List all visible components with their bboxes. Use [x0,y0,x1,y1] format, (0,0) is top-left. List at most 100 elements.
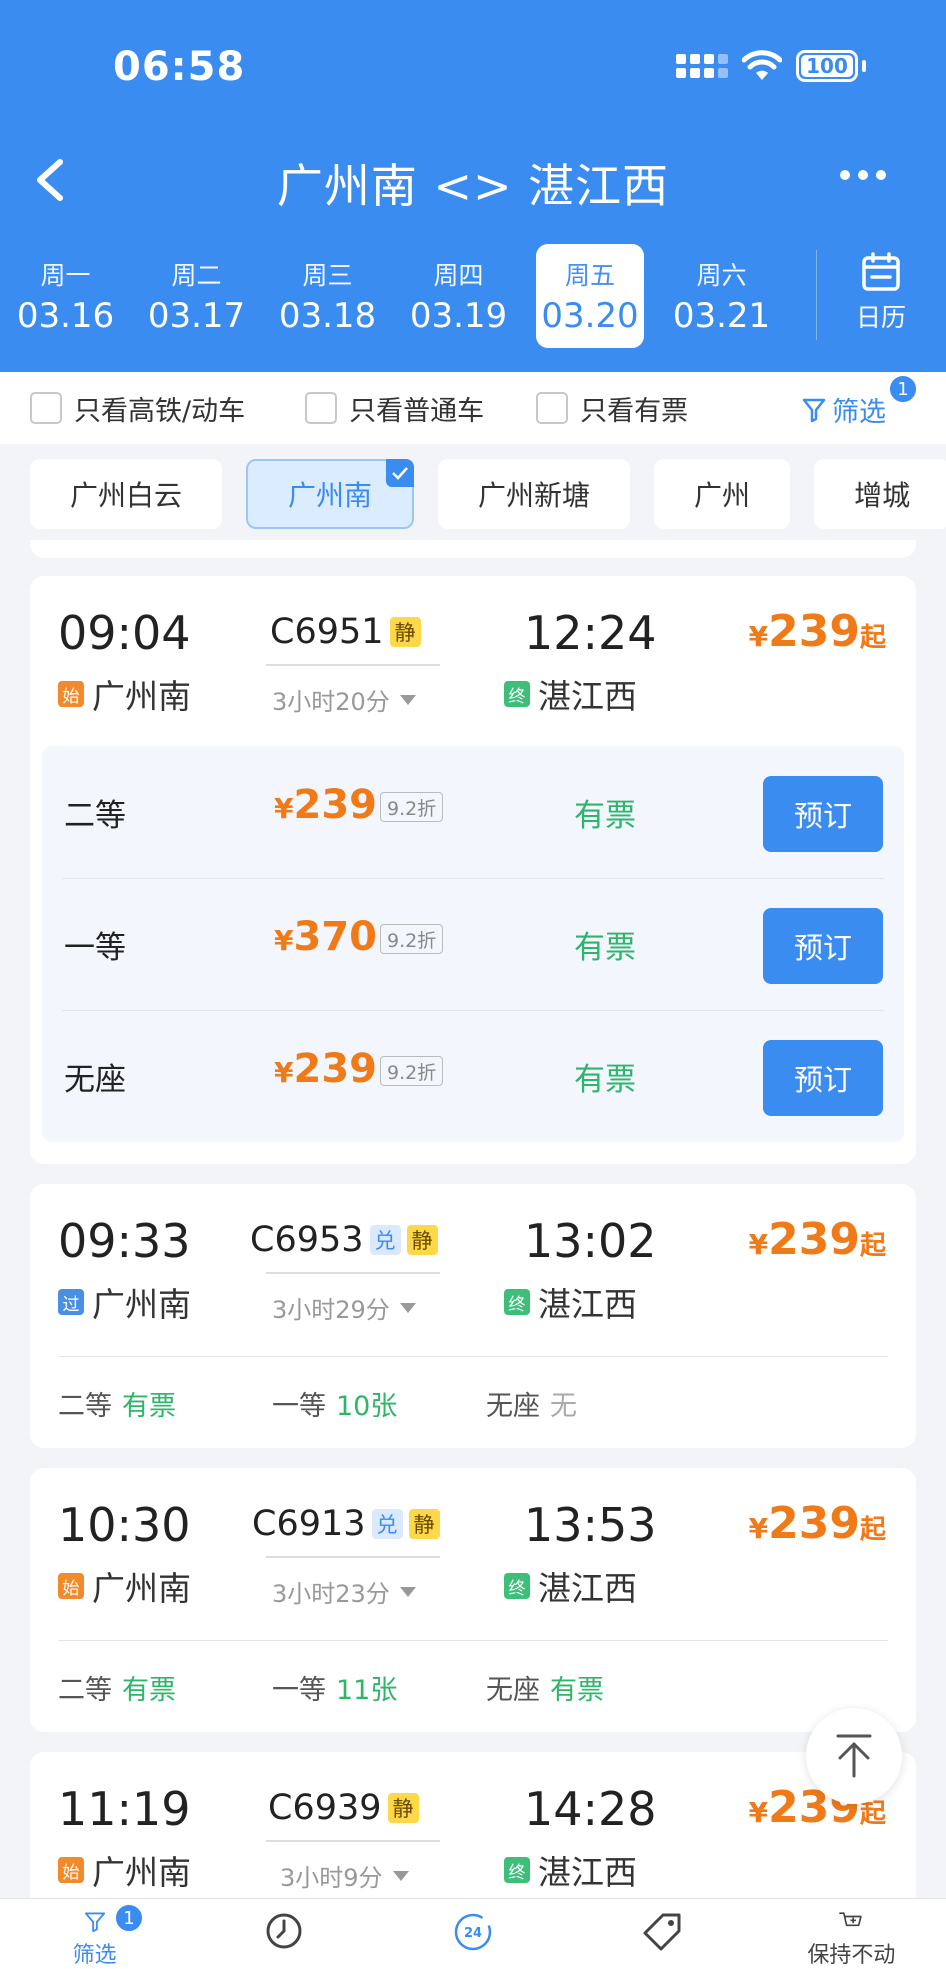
duration-text: 3小时9分 [280,1864,383,1892]
train-card[interactable]: 11:19 始 广州南 C6939 静 3小时9分 14:28 终 湛江西 ¥ … [30,1752,916,1898]
discount-badge: 9.2折 [380,1056,444,1086]
terminal-tag: 终 [504,1573,530,1599]
tab-departure-time[interactable] [189,1899,378,1969]
tab-label: 筛选 [72,1943,117,1968]
station-name: 广州南 [92,677,191,716]
tab-duration[interactable]: 24 [378,1899,567,1969]
seat-summary: 二等 有票 [58,1384,176,1423]
cart-add-icon [839,1912,863,1927]
date-value: 03.21 [672,296,771,336]
train-number-text: C6951 [270,612,384,652]
date-weekday: 周一 [40,261,91,290]
departure-time: 11:19 [58,1782,191,1836]
tab-label: 保持不动 [807,1943,896,1968]
calendar-button[interactable]: 日历 [836,252,926,348]
arrival-time: 13:02 [524,1214,657,1268]
price-tag-icon [643,1913,681,1951]
duration-text: 3小时23分 [272,1580,390,1608]
duration-toggle[interactable]: 3小时20分 [272,682,416,717]
date-item[interactable]: 周一 03.16 [0,244,131,348]
arrival-time: 13:53 [524,1498,657,1552]
currency-symbol: ¥ [748,620,769,653]
seat-price: ¥ 239 [274,1046,377,1092]
seat-class: 一等 [272,1391,326,1422]
duration-line [266,664,440,666]
arrival-time: 12:24 [524,606,657,660]
clock-24-icon: 24 [454,1913,492,1951]
seat-row: 无座 ¥ 239 9.2折 有票 预订 [42,1010,904,1142]
tab-filter[interactable]: 筛选 1 [0,1899,189,1969]
book-button[interactable]: 预订 [763,908,883,984]
calendar-icon [862,252,900,291]
station-chip-row: 广州白云 广州南 广州新塘 广州 增城 [0,444,946,544]
duration-text: 3小时29分 [272,1296,390,1324]
date-value: 03.18 [278,296,377,336]
more-options-button[interactable] [840,160,886,190]
normal-train-only-checkbox[interactable]: 只看普通车 [305,389,484,428]
divider [58,1640,888,1641]
departure-station: 始 广州南 [58,1846,191,1894]
seat-price: ¥ 370 [274,914,377,960]
high-speed-only-checkbox[interactable]: 只看高铁/动车 [30,389,245,428]
date-item[interactable]: 周四 03.19 [393,244,524,348]
duration-toggle[interactable]: 3小时29分 [272,1290,416,1325]
arrival-time: 14:28 [524,1782,657,1836]
dropdown-triangle-icon [399,694,416,705]
price-suffix: 起 [859,1515,886,1545]
currency-symbol: ¥ [274,1056,294,1089]
date-item[interactable]: 周二 03.17 [131,244,262,348]
available-only-checkbox[interactable]: 只看有票 [536,389,688,428]
date-selector: 周一 03.16 周二 03.17 周三 03.18 周四 03.19 周五 0… [0,244,820,348]
departure-station: 始 广州南 [58,670,191,718]
arrival-station: 终 湛江西 [504,1562,637,1610]
seat-class: 无座 [64,1062,126,1098]
book-button[interactable]: 预订 [763,1040,883,1116]
availability-status: 有票 [574,930,636,966]
quiet-car-tag: 静 [389,617,421,647]
station-chip[interactable]: 广州新塘 [438,459,631,529]
station-chip-label: 广州南 [288,479,373,512]
date-weekday: 周三 [302,261,353,290]
station-name: 湛江西 [538,1285,637,1324]
station-chip[interactable]: 广州白云 [30,459,223,529]
duration-toggle[interactable]: 3小时23分 [272,1574,416,1609]
arrival-station: 终 湛江西 [504,1278,637,1326]
arrival-station: 终 湛江西 [504,1846,637,1894]
date-item-selected[interactable]: 周五 03.20 [536,244,644,348]
calendar-label: 日历 [855,303,906,332]
checkbox-label: 只看高铁/动车 [74,395,246,427]
tab-price[interactable] [568,1899,757,1969]
train-card[interactable]: 09:04 始 广州南 C6951 静 3小时20分 12:24 终 湛江西 ¥… [30,576,916,1164]
date-item[interactable]: 周六 03.21 [656,244,787,348]
tab-keep-still[interactable]: 保持不动 [757,1899,946,1969]
departure-station: 始 广州南 [58,1562,191,1610]
seat-summary: 二等 有票 [58,1668,176,1707]
train-number: C6953 兑 静 [250,1220,438,1260]
arrow-up-icon [836,1734,872,1778]
duration-toggle[interactable]: 3小时9分 [280,1858,409,1893]
train-card[interactable]: 09:33 过 广州南 C6953 兑 静 3小时29分 13:02 终 湛江西… [30,1184,916,1448]
availability-status: 有票 [574,1062,636,1098]
filter-button[interactable]: 筛选 1 [802,374,918,429]
station-chip-selected[interactable]: 广州南 [246,459,415,529]
filter-count-badge: 1 [888,374,918,404]
station-name: 广州南 [92,1569,191,1608]
station-chip-label: 广州新塘 [478,479,591,512]
departure-time: 10:30 [58,1498,191,1552]
date-item[interactable]: 周三 03.18 [262,244,393,348]
checkbox-label: 只看有票 [580,395,689,427]
train-card[interactable]: 10:30 始 广州南 C6913 兑 静 3小时23分 13:53 终 湛江西… [30,1468,916,1732]
seat-summary: 无座 无 [486,1384,577,1423]
book-button[interactable]: 预订 [763,776,883,852]
seat-price: ¥ 239 [274,782,377,828]
origin-tag: 始 [58,681,84,707]
filter-bar: 只看高铁/动车 只看普通车 只看有票 筛选 1 [0,372,946,444]
checkbox-box [536,392,569,424]
departure-time: 09:04 [58,606,191,660]
station-chip[interactable]: 广州 [654,459,791,529]
station-chip-label: 广州白云 [70,479,183,512]
quiet-car-tag: 静 [387,1793,419,1823]
scroll-to-top-button[interactable] [806,1708,902,1804]
terminal-tag: 终 [504,1857,530,1883]
station-chip[interactable]: 增城 [814,459,946,529]
